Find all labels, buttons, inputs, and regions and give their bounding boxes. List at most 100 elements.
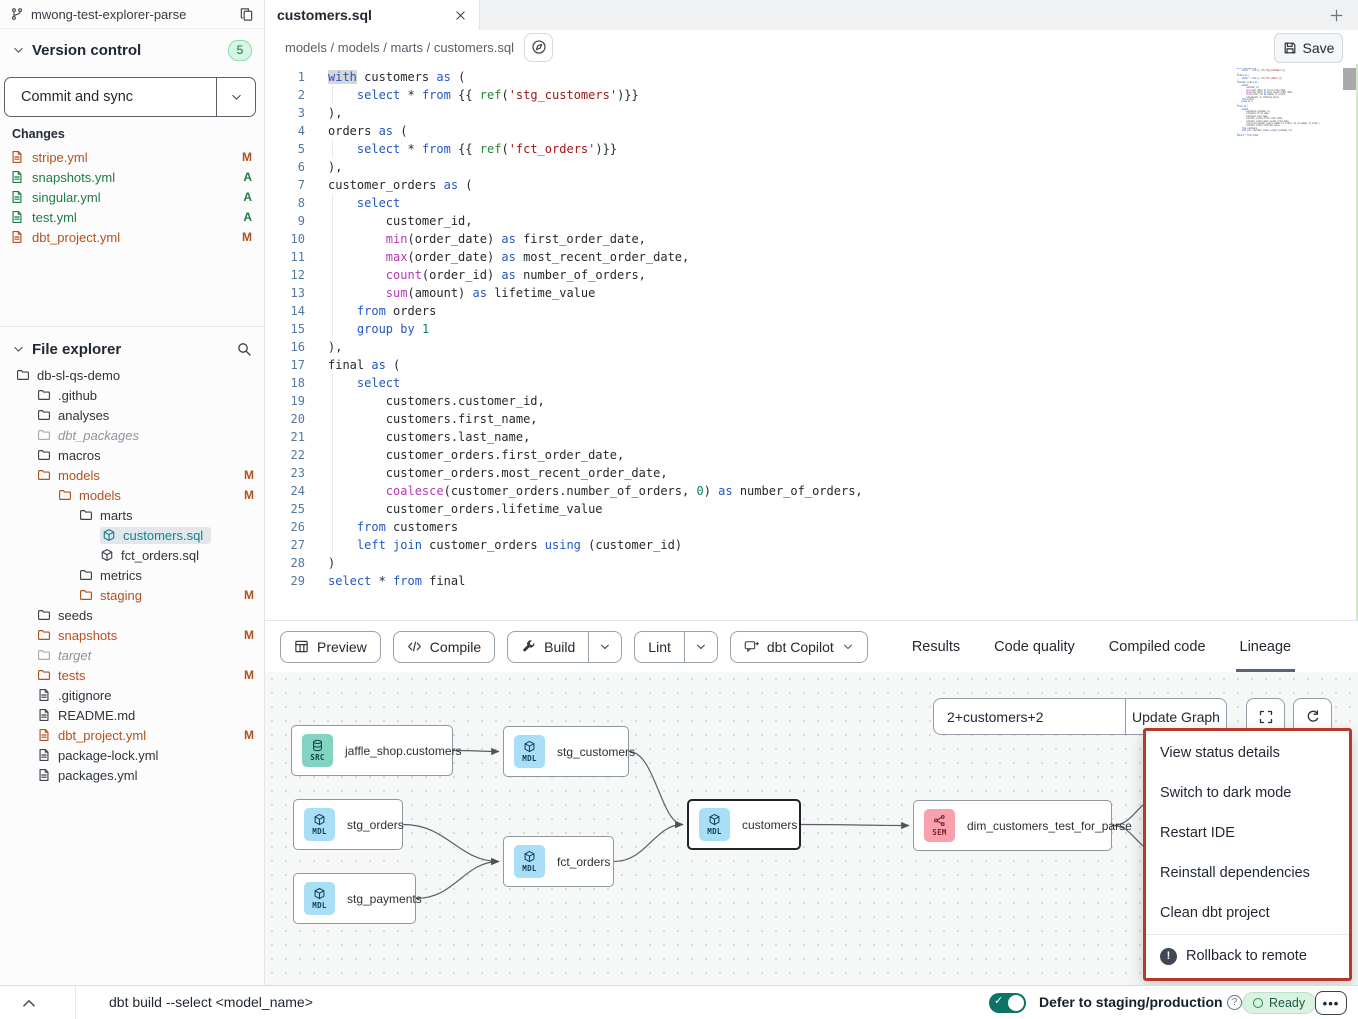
code-line[interactable]: 19 customers.customer_id, [265,392,1358,410]
dbt-copilot-button[interactable]: dbt Copilot [730,631,868,663]
tab-results[interactable]: Results [912,621,960,672]
code-line[interactable]: 1with customers as ( [265,68,1358,86]
code-line[interactable]: 6), [265,158,1358,176]
code-line[interactable]: 24 coalesce(customer_orders.number_of_or… [265,482,1358,500]
code-line[interactable]: 21 customers.last_name, [265,428,1358,446]
code-line[interactable]: 7customer_orders as ( [265,176,1358,194]
code-line[interactable]: 9 customer_id, [265,212,1358,230]
lineage-node-customers[interactable]: MDLcustomers [687,799,801,850]
button-label-segment[interactable]: Build [508,632,588,662]
code-line[interactable]: 3), [265,104,1358,122]
tree-item-customers-sql[interactable]: customers.sql [0,525,264,545]
tree-item--gitignore[interactable]: .gitignore [0,685,264,705]
change-row[interactable]: dbt_project.ymlM [0,227,264,247]
lineage-node-jaffle[interactable]: SRCjaffle_shop.customers [291,725,453,776]
tree-item-packages-yml[interactable]: packages.yml [0,765,264,785]
tree-item-seeds[interactable]: seeds [0,605,264,625]
tab-lineage[interactable]: Lineage [1240,621,1292,672]
close-tab-icon[interactable] [454,9,467,22]
menu-item-switch-to-dark-mode[interactable]: Switch to dark mode [1146,773,1349,813]
code-line[interactable]: 13 sum(amount) as lifetime_value [265,284,1358,302]
tree-item-dbt-project-yml[interactable]: dbt_project.ymlM [0,725,264,745]
tree-item-tests[interactable]: testsM [0,665,264,685]
menu-item-reinstall-dependencies[interactable]: Reinstall dependencies [1146,853,1349,893]
tab-code-quality[interactable]: Code quality [994,621,1075,672]
tree-item-models[interactable]: modelsM [0,465,264,485]
status-ready-pill[interactable]: Ready [1242,992,1316,1014]
change-row[interactable]: singular.ymlA [0,187,264,207]
button-caret-segment[interactable] [684,632,717,662]
code-line[interactable]: 23 customer_orders.most_recent_order_dat… [265,464,1358,482]
button-label-segment[interactable]: Preview [281,632,380,662]
code-line[interactable]: 10 min(order_date) as first_order_date, [265,230,1358,248]
tree-item-macros[interactable]: macros [0,445,264,465]
lineage-selector-input[interactable] [934,699,1125,734]
change-row[interactable]: test.ymlA [0,207,264,227]
tree-item-fct-orders-sql[interactable]: fct_orders.sql [0,545,264,565]
lineage-node-stg_orders[interactable]: MDLstg_orders [293,799,403,850]
tree-item-metrics[interactable]: metrics [0,565,264,585]
file-explorer-header[interactable]: File explorer [0,326,264,362]
tree-item-staging[interactable]: stagingM [0,585,264,605]
code-line[interactable]: 20 customers.first_name, [265,410,1358,428]
button-label-segment[interactable]: dbt Copilot [731,632,867,662]
tree-item-target[interactable]: target [0,645,264,665]
tree-item-readme-md[interactable]: README.md [0,705,264,725]
tab-customers-sql[interactable]: customers.sql [265,0,480,30]
code-line[interactable]: 17final as ( [265,356,1358,374]
code-line[interactable]: 25 customer_orders.lifetime_value [265,500,1358,518]
commit-and-sync-button[interactable]: Commit and sync [4,77,256,117]
code-line[interactable]: 22 customer_orders.first_order_date, [265,446,1358,464]
defer-toggle[interactable]: ✓ [989,993,1026,1013]
code-line[interactable]: 11 max(order_date) as most_recent_order_… [265,248,1358,266]
tree-item-marts[interactable]: marts [0,505,264,525]
code-line[interactable]: 26 from customers [265,518,1358,536]
save-button[interactable]: Save [1274,33,1343,63]
change-row[interactable]: snapshots.ymlA [0,167,264,187]
lint-button[interactable]: Lint [634,631,718,663]
lineage-node-fct_orders[interactable]: MDLfct_orders [503,836,614,887]
code-line[interactable]: 27 left join customer_orders using (cust… [265,536,1358,554]
menu-item-view-status-details[interactable]: View status details [1146,733,1349,773]
code-editor[interactable]: 1with customers as (2 select * from {{ r… [265,64,1358,620]
more-options-button[interactable]: ••• [1315,991,1347,1015]
menu-item-clean-dbt-project[interactable]: Clean dbt project [1146,893,1349,933]
button-label-segment[interactable]: Lint [635,632,684,662]
copy-branch-icon[interactable] [239,7,254,22]
compile-button[interactable]: Compile [393,631,495,663]
tree-item-dbt-packages[interactable]: dbt_packages [0,425,264,445]
code-line[interactable]: 4orders as ( [265,122,1358,140]
expand-command-bar-icon[interactable] [20,994,38,1012]
code-line[interactable]: 28) [265,554,1358,572]
tree-item-models[interactable]: modelsM [0,485,264,505]
code-line[interactable]: 29select * from final [265,572,1358,590]
code-line[interactable]: 12 count(order_id) as number_of_orders, [265,266,1358,284]
tree-item-snapshots[interactable]: snapshotsM [0,625,264,645]
lineage-canvas[interactable]: SRCjaffle_shop.customers MDLstg_customers… [265,672,1358,985]
commit-options-caret[interactable] [216,78,255,116]
lineage-node-dim[interactable]: SEMdim_customers_test_for_parse [913,800,1112,851]
lineage-compass-button[interactable] [524,33,553,62]
code-line[interactable]: 5 select * from {{ ref('fct_orders')}} [265,140,1358,158]
code-line[interactable]: 2 select * from {{ ref('stg_customers')}… [265,86,1358,104]
scrollbar-thumb[interactable] [1343,68,1356,90]
code-line[interactable]: 14 from orders [265,302,1358,320]
version-control-header[interactable]: Version control 5 [0,37,264,63]
new-tab-button[interactable] [1323,2,1349,28]
lineage-node-stg_customers[interactable]: MDLstg_customers [503,726,629,777]
search-icon[interactable] [236,341,252,357]
build-button[interactable]: Build [507,631,622,663]
tree-item-db-sl-qs-demo[interactable]: db-sl-qs-demo [0,365,264,385]
menu-item-restart-ide[interactable]: Restart IDE [1146,813,1349,853]
button-label-segment[interactable]: Compile [394,632,494,662]
tree-item-analyses[interactable]: analyses [0,405,264,425]
menu-item-rollback-to-remote[interactable]: !Rollback to remote [1146,936,1349,976]
code-line[interactable]: 18 select [265,374,1358,392]
button-caret-segment[interactable] [588,632,621,662]
code-line[interactable]: 15 group by 1 [265,320,1358,338]
tree-item--github[interactable]: .github [0,385,264,405]
preview-button[interactable]: Preview [280,631,381,663]
code-line[interactable]: 8 select [265,194,1358,212]
minimap[interactable]: with customers as ( select * from {{ ref… [1237,68,1340,137]
change-row[interactable]: stripe.ymlM [0,147,264,167]
